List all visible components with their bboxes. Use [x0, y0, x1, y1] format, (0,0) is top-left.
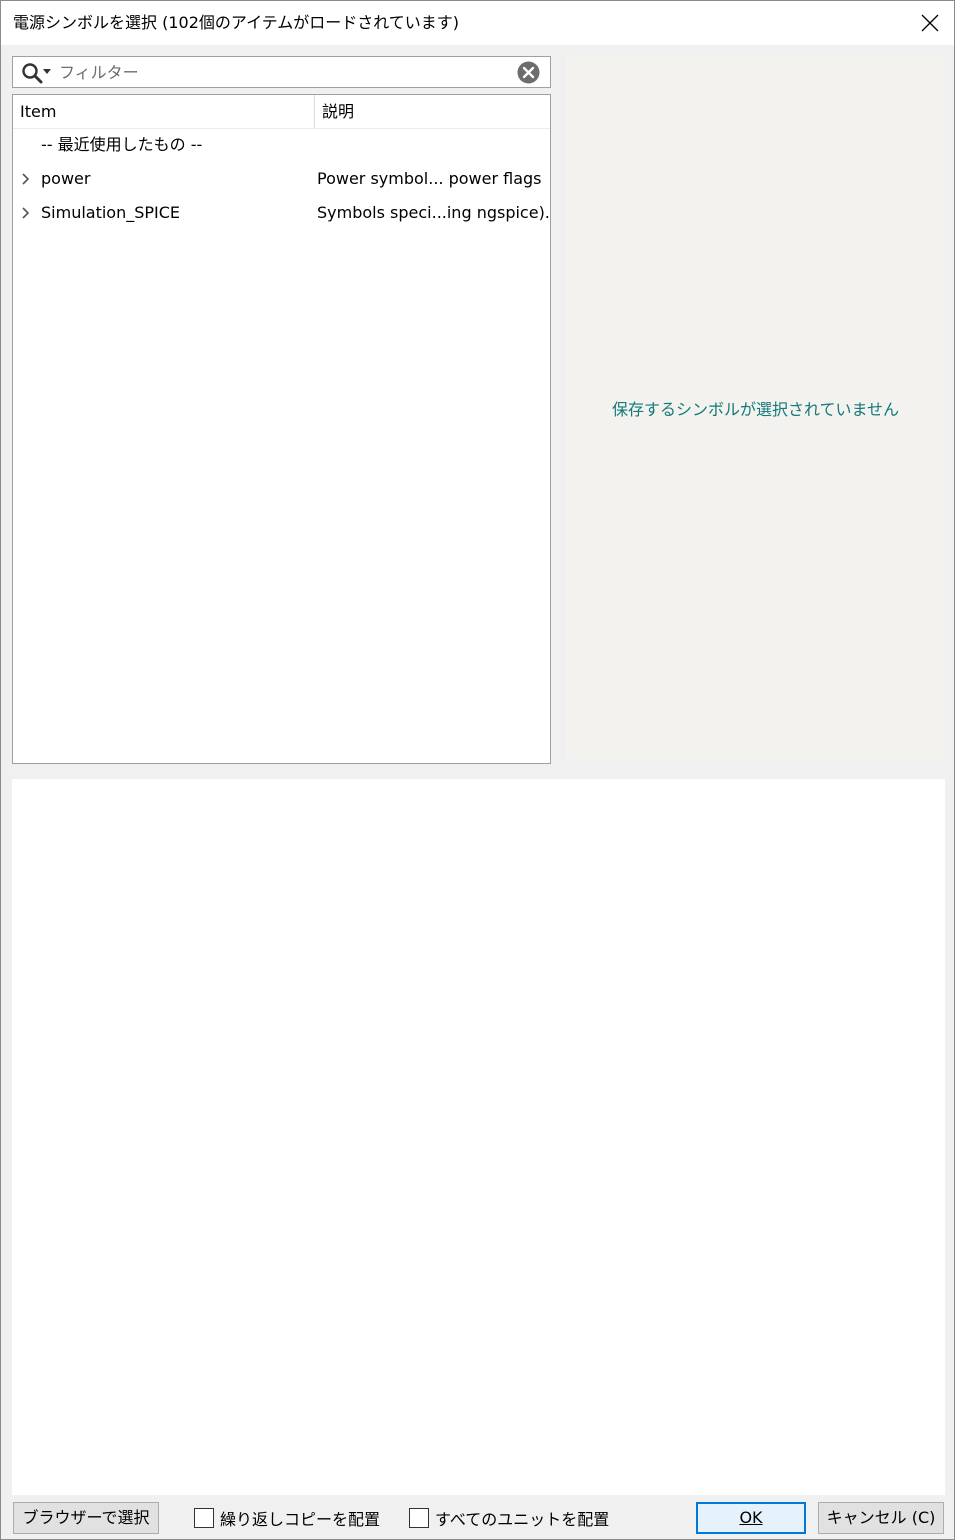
ok-button[interactable]: OK	[696, 1502, 806, 1534]
chevron-right-icon[interactable]	[20, 207, 32, 219]
place-all-units-label: すべてのユニットを配置	[435, 1510, 610, 1529]
clear-filter-icon[interactable]	[517, 61, 540, 84]
symbol-chooser-dialog: 電源シンボルを選択 (102個のアイテムがロードされています) Item 説明 …	[0, 0, 955, 1540]
tree-row-recent[interactable]: -- 最近使用したもの --	[13, 128, 550, 162]
preview-message: 保存するシンボルが選択されていません	[611, 400, 900, 419]
place-all-units-checkbox[interactable]: すべてのユニットを配置	[409, 1506, 609, 1530]
tree-row-description: Power symbol... power flags	[317, 169, 542, 188]
checkbox-box[interactable]	[409, 1508, 429, 1528]
tree-row-name: power	[41, 169, 91, 188]
footprint-preview-panel	[12, 779, 945, 1495]
close-button[interactable]	[906, 1, 954, 45]
tree-row-simulation-spice[interactable]: Simulation_SPICE Symbols speci...ing ngs…	[13, 196, 550, 230]
tree-row-name: -- 最近使用したもの --	[41, 135, 203, 154]
chevron-right-icon[interactable]	[20, 173, 32, 185]
tree-row-power[interactable]: power Power symbol... power flags	[13, 162, 550, 196]
chevron-down-icon[interactable]	[43, 69, 51, 75]
close-icon	[921, 14, 939, 32]
symbol-preview-panel: 保存するシンボルが選択されていません	[566, 56, 945, 759]
repeat-copy-label: 繰り返しコピーを配置	[220, 1510, 381, 1529]
symbol-tree[interactable]: Item 説明 -- 最近使用したもの -- power Power symbo…	[12, 94, 551, 764]
column-header-description[interactable]: 説明	[315, 95, 550, 129]
tree-header: Item 説明	[13, 95, 550, 129]
title-bar: 電源シンボルを選択 (102個のアイテムがロードされています)	[1, 1, 954, 45]
repeat-copy-checkbox[interactable]: 繰り返しコピーを配置	[194, 1506, 380, 1530]
checkbox-box[interactable]	[194, 1508, 214, 1528]
filter-input[interactable]	[59, 59, 519, 85]
select-with-browser-button[interactable]: ブラウザーで選択	[13, 1502, 159, 1534]
column-header-item[interactable]: Item	[13, 95, 315, 129]
window-title: 電源シンボルを選択 (102個のアイテムがロードされています)	[13, 13, 460, 32]
ok-label: OK	[739, 1508, 763, 1527]
tree-row-name: Simulation_SPICE	[41, 203, 181, 222]
filter-search-box[interactable]	[12, 56, 551, 88]
cancel-button[interactable]: キャンセル (C)	[818, 1502, 944, 1534]
search-icon[interactable]	[21, 62, 43, 84]
tree-row-description: Symbols speci...ing ngspice).	[317, 203, 549, 222]
